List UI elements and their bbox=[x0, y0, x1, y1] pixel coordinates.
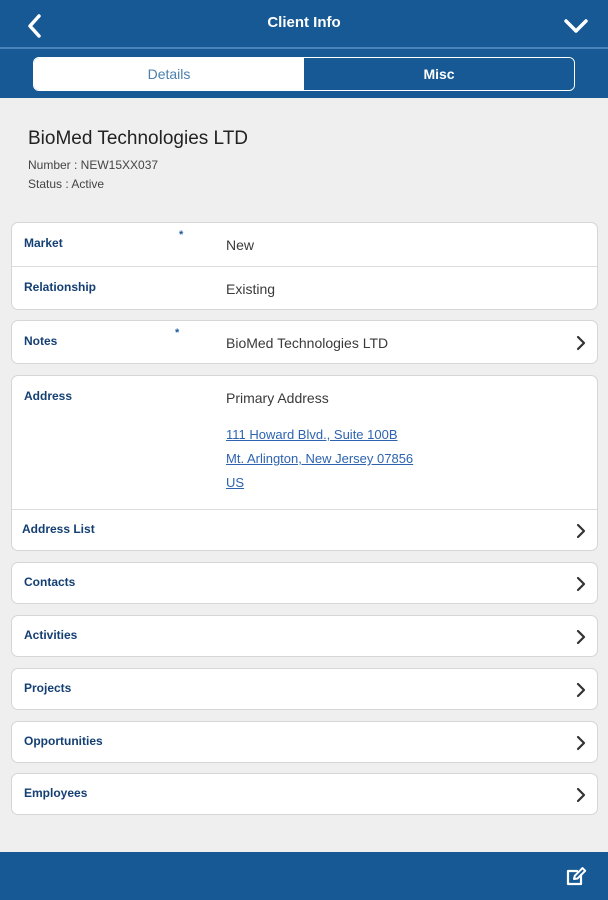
nav-label: Activities bbox=[24, 628, 78, 642]
relationship-value: Existing bbox=[226, 281, 276, 297]
nav-label: Contacts bbox=[24, 575, 76, 589]
market-label: Market bbox=[24, 236, 63, 250]
relationship-row[interactable]: Relationship Existing bbox=[12, 266, 597, 310]
market-relationship-card: Market * New Relationship Existing bbox=[11, 222, 598, 310]
nav-activities[interactable]: Activities bbox=[11, 615, 598, 657]
segmented-control: Details Misc bbox=[33, 57, 575, 91]
required-marker: * bbox=[179, 229, 184, 241]
address-line-1[interactable]: 111 Howard Blvd., Suite 100B bbox=[226, 423, 413, 447]
chevron-right-icon bbox=[576, 787, 586, 803]
chevron-right-icon bbox=[576, 523, 586, 539]
notes-label: Notes bbox=[24, 334, 58, 348]
address-row: Address Primary Address 111 Howard Blvd.… bbox=[12, 376, 597, 509]
client-status: Status : Active bbox=[28, 177, 105, 191]
address-title: Primary Address bbox=[226, 390, 329, 406]
tab-details[interactable]: Details bbox=[34, 58, 304, 90]
nav-contacts[interactable]: Contacts bbox=[11, 562, 598, 604]
market-value: New bbox=[226, 237, 255, 253]
address-list-label: Address List bbox=[22, 522, 95, 536]
chevron-right-icon bbox=[576, 629, 586, 645]
market-row[interactable]: Market * New bbox=[12, 223, 597, 266]
nav-employees[interactable]: Employees bbox=[11, 773, 598, 815]
nav-projects[interactable]: Projects bbox=[11, 668, 598, 710]
required-marker: * bbox=[175, 327, 180, 339]
bottom-bar bbox=[0, 852, 608, 900]
nav-label: Projects bbox=[24, 681, 72, 695]
nav-label: Employees bbox=[24, 786, 88, 800]
relationship-label: Relationship bbox=[24, 280, 97, 294]
chevron-right-icon bbox=[576, 682, 586, 698]
chevron-right-icon bbox=[576, 735, 586, 751]
edit-button[interactable] bbox=[564, 864, 588, 888]
address-label: Address bbox=[24, 389, 73, 403]
chevron-down-icon bbox=[564, 19, 588, 33]
tab-misc[interactable]: Misc bbox=[304, 58, 574, 90]
client-name: BioMed Technologies LTD bbox=[28, 128, 249, 149]
chevron-right-icon bbox=[576, 576, 586, 592]
chevron-right-icon bbox=[576, 335, 586, 351]
nav-opportunities[interactable]: Opportunities bbox=[11, 721, 598, 763]
client-number: Number : NEW15XX037 bbox=[28, 158, 159, 172]
collapse-button[interactable] bbox=[556, 8, 596, 44]
address-card: Address Primary Address 111 Howard Blvd.… bbox=[11, 375, 598, 551]
client-header: BioMed Technologies LTD Number : NEW15XX… bbox=[28, 128, 248, 194]
notes-value: BioMed Technologies LTD bbox=[226, 335, 389, 351]
nav-label: Opportunities bbox=[24, 734, 103, 748]
address-line-2[interactable]: Mt. Arlington, New Jersey 07856 bbox=[226, 447, 413, 471]
notes-card[interactable]: Notes * BioMed Technologies LTD bbox=[11, 320, 598, 364]
page-title: Client Info bbox=[267, 14, 341, 31]
topbar-divider bbox=[0, 47, 608, 49]
address-line-3[interactable]: US bbox=[226, 471, 413, 495]
address-list-row[interactable]: Address List bbox=[12, 509, 597, 550]
edit-icon bbox=[566, 867, 587, 886]
top-bar: Client Info Details Misc bbox=[0, 0, 608, 98]
